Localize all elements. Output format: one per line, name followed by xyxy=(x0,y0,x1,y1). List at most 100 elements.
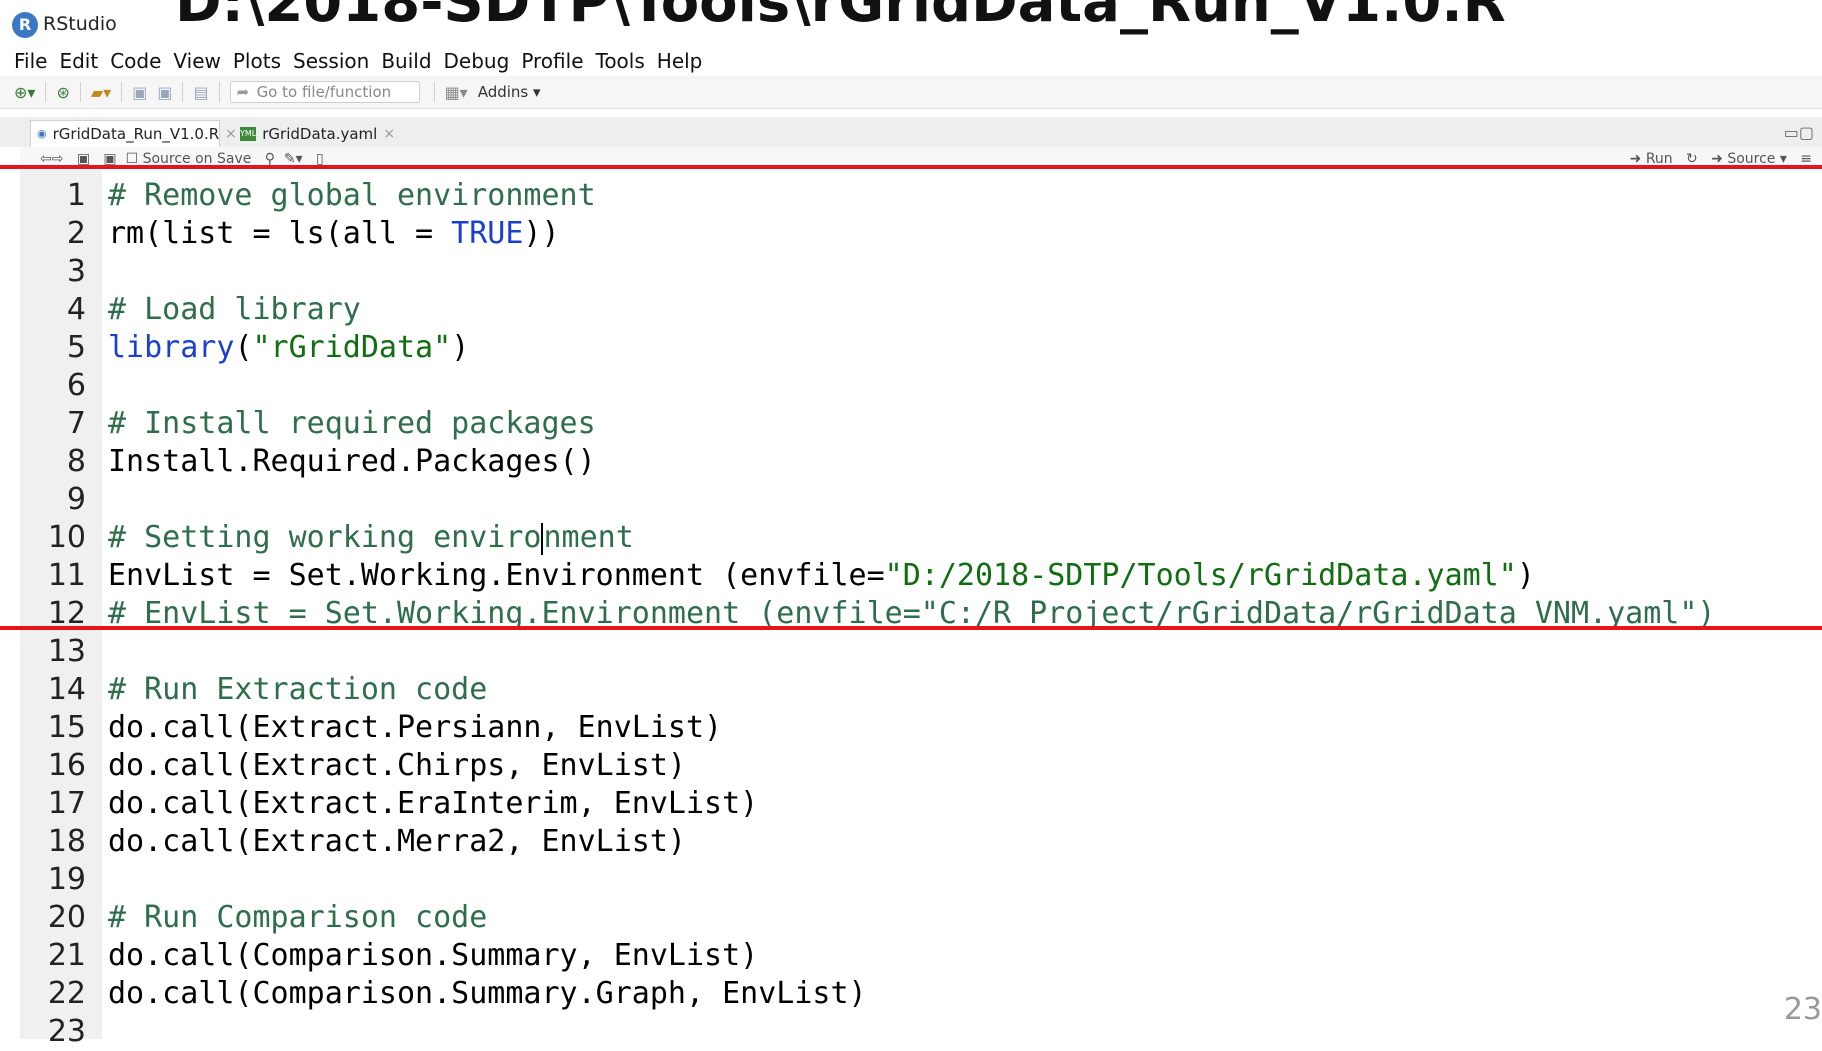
slide-page-number: 23 xyxy=(1783,992,1822,1027)
rstudio-logo-icon: R xyxy=(12,12,38,38)
line-number: 23 xyxy=(47,1014,86,1049)
line-number: 5 xyxy=(66,330,86,365)
open-file-icon[interactable]: ▰▾ xyxy=(91,83,111,102)
menu-plots[interactable]: Plots xyxy=(233,49,281,73)
addins-menu[interactable]: Addins ▾ xyxy=(478,83,541,101)
code-line: 15 do.call(Extract.Persiann, EnvList) xyxy=(20,709,1822,747)
toolbar-divider xyxy=(182,82,184,102)
code-editor[interactable]: 1 # Remove global environment 2 rm(list = … xyxy=(20,170,1822,1049)
tab-rgriddata-yaml[interactable]: YML rGridData.yaml × xyxy=(238,120,395,147)
window-titlebar: R RStudio xyxy=(0,0,1822,46)
line-number: 15 xyxy=(47,710,86,745)
code-text: rm(list = ls(all = TRUE)) xyxy=(108,215,560,253)
menu-file[interactable]: File xyxy=(14,49,47,73)
code-token: ) xyxy=(451,330,470,365)
code-line: 10 # Setting working environment xyxy=(20,519,1822,557)
menubar: File Edit Code View Plots Session Build … xyxy=(0,46,1822,76)
code-line: 19 xyxy=(20,861,1822,899)
menu-tools[interactable]: Tools xyxy=(596,49,645,73)
code-line: 5 library("rGridData") xyxy=(20,329,1822,367)
code-text: EnvList = Set.Working.Environment (envfi… xyxy=(108,557,1535,595)
app-name: RStudio xyxy=(43,13,117,35)
menu-build[interactable]: Build xyxy=(381,49,431,73)
addins-label: Addins xyxy=(477,83,529,101)
new-project-icon[interactable]: ⊛ xyxy=(56,83,69,102)
code-token: nment xyxy=(543,520,634,555)
code-text: # Install required packages xyxy=(108,406,596,441)
close-icon[interactable]: × xyxy=(383,126,395,142)
code-token: ) xyxy=(1516,558,1535,593)
line-number: 10 xyxy=(47,520,86,555)
tab-label: rGridData_Run_V1.0.R xyxy=(52,125,220,143)
code-text: # Run Extraction code xyxy=(108,672,488,707)
code-text: do.call(Extract.EraInterim, EnvList) xyxy=(108,786,759,821)
editor-tabbar: ◉ rGridData_Run_V1.0.R × YML rGridData.y… xyxy=(0,117,1822,147)
menu-profile[interactable]: Profile xyxy=(521,49,583,73)
code-line: 4 # Load library xyxy=(20,291,1822,329)
code-line: 18 do.call(Extract.Merra2, EnvList) xyxy=(20,823,1822,861)
code-line: 23 xyxy=(20,1013,1822,1051)
code-text: do.call(Extract.Chirps, EnvList) xyxy=(108,748,686,783)
code-line: 16 do.call(Extract.Chirps, EnvList) xyxy=(20,747,1822,785)
tab-rgriddata-run[interactable]: ◉ rGridData_Run_V1.0.R × xyxy=(30,120,237,147)
maximize-pane-icon[interactable]: ▭▢ xyxy=(1784,123,1814,142)
code-line: 21 do.call(Comparison.Summary, EnvList) xyxy=(20,937,1822,975)
menu-help[interactable]: Help xyxy=(657,49,703,73)
line-number: 13 xyxy=(47,634,86,669)
code-line: 14 # Run Extraction code xyxy=(20,671,1822,709)
line-number: 8 xyxy=(66,444,86,479)
line-number: 21 xyxy=(47,938,86,973)
line-number: 16 xyxy=(47,748,86,783)
close-icon[interactable]: × xyxy=(225,126,237,142)
save-icon[interactable]: ▣ xyxy=(132,83,147,102)
new-file-icon[interactable]: ⊕▾ xyxy=(14,83,35,102)
code-token: library xyxy=(108,330,235,365)
line-number: 1 xyxy=(66,178,86,213)
menu-session[interactable]: Session xyxy=(293,49,369,73)
code-text: # Setting working environment xyxy=(108,519,634,557)
code-token: rm(list = ls(all = xyxy=(108,216,452,251)
line-number: 3 xyxy=(66,254,86,289)
line-number: 19 xyxy=(47,862,86,897)
code-token: "D:/2018-SDTP/Tools/rGridData.yaml" xyxy=(884,558,1517,593)
line-number: 20 xyxy=(47,900,86,935)
code-token: )) xyxy=(523,216,560,251)
menu-debug[interactable]: Debug xyxy=(444,49,510,73)
goto-file-input[interactable]: ➦ Go to file/function xyxy=(229,81,420,103)
code-text: # Remove global environment xyxy=(108,178,596,213)
code-line: 9 xyxy=(20,481,1822,519)
goto-arrow-icon: ➦ xyxy=(236,83,250,101)
menu-code[interactable]: Code xyxy=(110,49,161,73)
code-line: 6 xyxy=(20,367,1822,405)
code-text: do.call(Comparison.Summary, EnvList) xyxy=(108,938,759,973)
line-number: 7 xyxy=(66,406,86,441)
code-line: 17 do.call(Extract.EraInterim, EnvList) xyxy=(20,785,1822,823)
toolbar-divider xyxy=(218,82,220,102)
save-all-icon[interactable]: ▣ xyxy=(157,83,172,102)
code-text: do.call(Comparison.Summary.Graph, EnvLis… xyxy=(108,976,867,1011)
toolbar-divider xyxy=(45,82,47,102)
code-line: 7 # Install required packages xyxy=(20,405,1822,443)
code-text: # Run Comparison code xyxy=(108,900,488,935)
code-text: do.call(Extract.Merra2, EnvList) xyxy=(108,824,686,859)
yaml-file-icon: YML xyxy=(240,126,257,141)
code-line: 3 xyxy=(20,253,1822,291)
toolbar-divider xyxy=(121,82,123,102)
toolbar-divider xyxy=(79,82,81,102)
line-number: 18 xyxy=(47,824,86,859)
menu-edit[interactable]: Edit xyxy=(59,49,98,73)
grid-layout-icon[interactable]: ▦▾ xyxy=(445,83,468,102)
code-text: # Load library xyxy=(108,292,361,327)
code-token: "rGridData" xyxy=(252,330,452,365)
line-number: 14 xyxy=(47,672,86,707)
r-file-icon: ◉ xyxy=(37,127,47,140)
code-text: library("rGridData") xyxy=(108,329,469,367)
code-line: 1 # Remove global environment xyxy=(20,177,1822,215)
highlight-line-bottom xyxy=(0,626,1822,630)
print-icon[interactable]: ▤ xyxy=(193,83,208,102)
code-line: 8 Install.Required.Packages() xyxy=(20,443,1822,481)
code-text: do.call(Extract.Persiann, EnvList) xyxy=(108,710,723,745)
code-line: 11 EnvList = Set.Working.Environment (env… xyxy=(20,557,1822,595)
menu-view[interactable]: View xyxy=(173,49,220,73)
line-number: 17 xyxy=(47,786,86,821)
